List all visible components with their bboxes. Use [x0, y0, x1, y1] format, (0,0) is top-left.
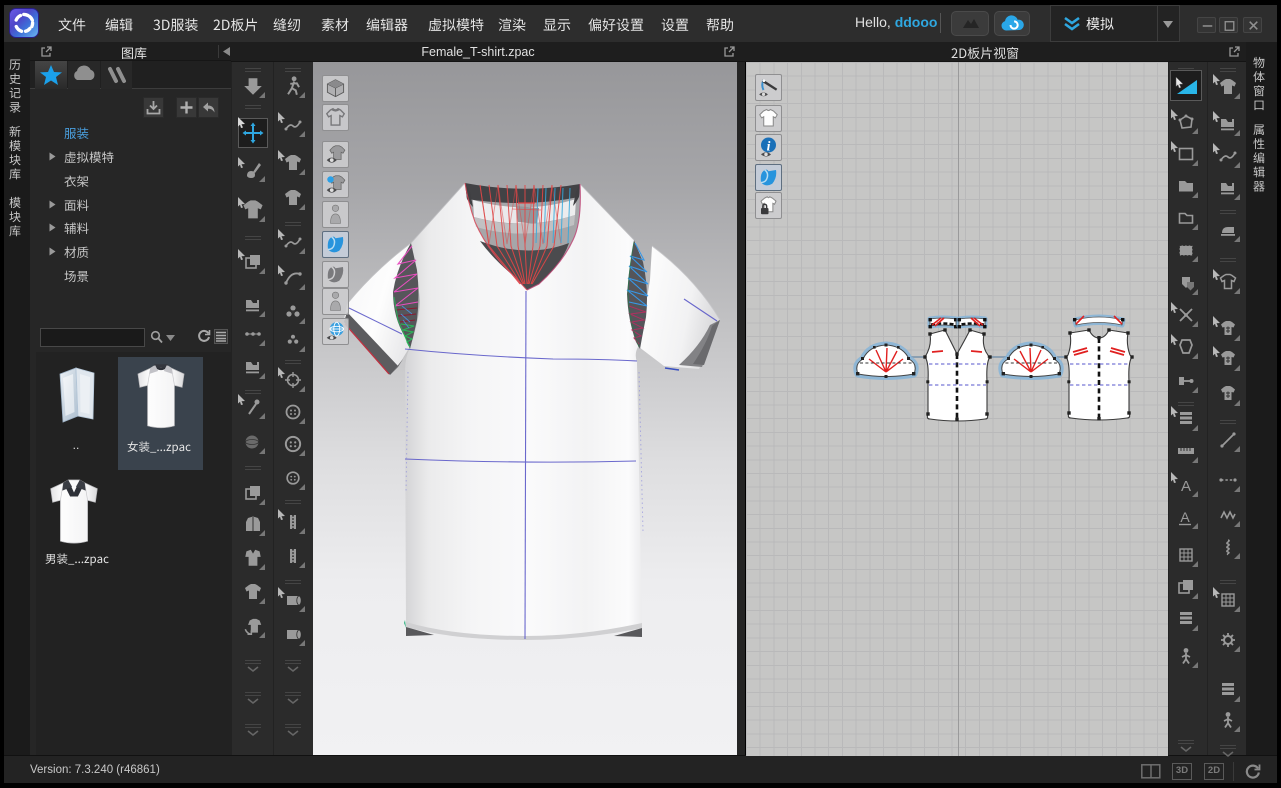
svg-text:A: A [1181, 478, 1191, 495]
svg-text:A: A [1180, 509, 1190, 525]
svg-text:i: i [767, 139, 771, 154]
